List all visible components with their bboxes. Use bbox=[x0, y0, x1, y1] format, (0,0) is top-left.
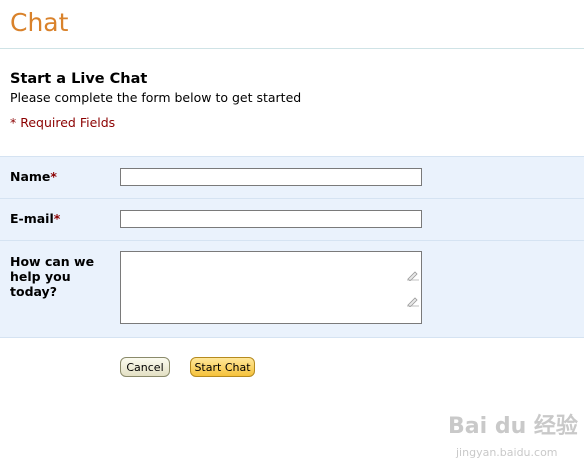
form-row-divider bbox=[0, 198, 584, 199]
question-textarea[interactable] bbox=[121, 252, 404, 323]
name-label: Name* bbox=[10, 169, 57, 184]
question-textarea-box bbox=[120, 251, 422, 324]
start-chat-button[interactable]: Start Chat bbox=[190, 357, 255, 377]
question-label-line: today? bbox=[10, 284, 57, 299]
question-label: How can we help you today? bbox=[10, 254, 94, 299]
page-title: Chat bbox=[10, 8, 69, 37]
name-input[interactable] bbox=[120, 168, 422, 186]
name-label-text: Name bbox=[10, 169, 51, 184]
form-row-divider bbox=[0, 240, 584, 241]
question-label-line: How can we bbox=[10, 254, 95, 269]
required-marker: * bbox=[53, 211, 61, 226]
watermark-url: jingyan.baidu.com bbox=[456, 446, 558, 459]
email-input[interactable] bbox=[120, 210, 422, 228]
edit-pencil-icon[interactable] bbox=[406, 269, 420, 281]
edit-pencil-icon[interactable] bbox=[406, 295, 420, 307]
required-fields-note: * Required Fields bbox=[10, 115, 116, 130]
email-label-text: E-mail bbox=[10, 211, 54, 226]
title-divider bbox=[0, 48, 584, 49]
email-label: E-mail* bbox=[10, 211, 60, 226]
cancel-button[interactable]: Cancel bbox=[120, 357, 170, 377]
required-marker: * bbox=[50, 169, 57, 184]
form-heading: Start a Live Chat bbox=[10, 71, 148, 87]
question-label-line: help you bbox=[10, 269, 71, 284]
watermark-logo: Bai du 经验 bbox=[448, 414, 578, 439]
form-intro: Please complete the form below to get st… bbox=[10, 90, 302, 105]
